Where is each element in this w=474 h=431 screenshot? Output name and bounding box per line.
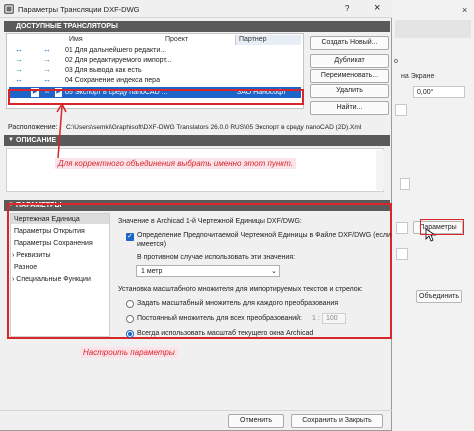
footer-divider: [0, 410, 392, 411]
background-field-2[interactable]: [395, 104, 407, 116]
close-icon[interactable]: ×: [374, 2, 380, 14]
background-window-header: [395, 20, 471, 38]
background-close-icon[interactable]: ×: [462, 5, 467, 15]
annotation-select: Для корректного объединения выбрать имен…: [55, 158, 296, 169]
create-new-button[interactable]: Создать Новый...: [310, 36, 389, 50]
checkbox-label-line1[interactable]: Определение Предпочитаемой Чертежной Еди…: [137, 232, 391, 239]
ratio-value: 100: [326, 315, 338, 322]
annotation-arrow-icon: [56, 102, 67, 159]
translator-row-name[interactable]: 04 Сохранение индекса пера: [65, 77, 160, 84]
background-letter: о: [394, 58, 398, 65]
import-arrow-icon: →: [15, 65, 23, 74]
checkbox-label-line2[interactable]: имеется): [137, 241, 166, 248]
otherwise-label: В противном случае использовать эти знач…: [137, 254, 296, 261]
radio-label-each[interactable]: Задать масштабный множитель для каждого …: [137, 300, 338, 307]
import-arrow-icon: →: [43, 55, 51, 64]
bidirectional-arrow-icon: ↔: [43, 45, 51, 54]
background-field-5[interactable]: [396, 248, 408, 260]
help-icon[interactable]: ?: [345, 4, 349, 13]
section-title: ДОСТУПНЫЕ ТРАНСЛЯТОРЫ: [16, 23, 118, 30]
column-name-header[interactable]: Имя: [69, 36, 83, 43]
radio-each-conversion[interactable]: [126, 300, 134, 308]
ratio-label: 1 :: [312, 315, 320, 322]
annotation-params: Настроить параметры: [80, 347, 178, 358]
app-icon: [4, 4, 14, 14]
nav-item-misc[interactable]: Разное: [14, 264, 37, 271]
radio-label-constant[interactable]: Постоянный множитель для всех преобразов…: [137, 315, 302, 322]
dialog-title: Параметры Трансляции DXF-DWG: [18, 5, 140, 14]
column-project-header[interactable]: Проект: [165, 36, 188, 43]
cancel-button[interactable]: Отменить: [228, 414, 284, 428]
radio-current-window[interactable]: [126, 330, 134, 338]
delete-button[interactable]: Удалить: [310, 84, 389, 98]
rename-button[interactable]: Переименовать...: [310, 69, 389, 83]
bidirectional-arrow-icon: ↔: [15, 45, 23, 54]
radio-dot: [128, 332, 132, 336]
background-on-screen-label: на Экране: [401, 73, 435, 80]
location-path: C:\Users\semki\Graphisoft\DXF-DWG Transl…: [66, 124, 362, 131]
radio-label-current[interactable]: Всегда использовать масштаб текущего окн…: [137, 330, 313, 337]
translator-row-name[interactable]: 03 Для вывода как есть: [65, 67, 142, 74]
checkbox-checked-icon[interactable]: ✓: [126, 233, 134, 241]
background-window: [390, 0, 474, 431]
unit-select-value: 1 метр: [141, 268, 163, 275]
duplicate-button[interactable]: Дубликат: [310, 54, 389, 68]
import-arrow-icon: →: [15, 55, 23, 64]
dialog-titlebar: Параметры Трансляции DXF-DWG ? ×: [0, 0, 392, 18]
nav-item-drawing-unit[interactable]: Чертежная Единица: [14, 216, 80, 223]
unit-select[interactable]: 1 метр ⌄: [136, 265, 280, 277]
nav-item-open-params[interactable]: Параметры Открытия: [14, 228, 85, 235]
column-partner-header[interactable]: Партнер: [239, 36, 267, 43]
bidirectional-arrow-icon: ↔: [15, 75, 23, 84]
radio-constant-factor[interactable]: [126, 315, 134, 323]
background-field-3[interactable]: [400, 178, 410, 190]
translators-section-header[interactable]: ДОСТУПНЫЕ ТРАНСЛЯТОРЫ: [4, 21, 390, 32]
collapse-triangle-icon: ▼: [8, 137, 14, 143]
chevron-down-icon: ⌄: [271, 268, 277, 275]
save-close-button[interactable]: Сохранить и Закрыть: [291, 414, 383, 428]
unit-heading: Значение в Archicad 1-й Чертежной Единиц…: [118, 218, 302, 225]
nav-item-attributes[interactable]: › Реквизиты: [12, 252, 51, 259]
description-scrollbar[interactable]: [376, 150, 384, 190]
scale-heading: Установка масштабного множителя для импо…: [118, 286, 363, 293]
highlight-parameters-button: [420, 219, 464, 235]
import-arrow-icon: →: [43, 65, 51, 74]
background-angle-field[interactable]: 0,00°: [413, 86, 465, 98]
ratio-input[interactable]: 100: [322, 313, 346, 324]
translator-row-name[interactable]: 01 Для дальнейшего редакти...: [65, 47, 166, 54]
background-field-4[interactable]: [396, 222, 408, 234]
nav-item-special[interactable]: › Специальные Функции: [12, 276, 91, 283]
background-join-button[interactable]: Объединить: [416, 290, 462, 303]
translator-row-name[interactable]: 02 Для редактируемого импорт...: [65, 57, 172, 64]
translation-dialog: Параметры Трансляции DXF-DWG ? × ДОСТУПН…: [0, 0, 392, 431]
find-button[interactable]: Найти...: [310, 101, 389, 115]
bidirectional-arrow-icon: ↔: [43, 75, 51, 84]
nav-item-save-params[interactable]: Параметры Сохранения: [14, 240, 93, 247]
